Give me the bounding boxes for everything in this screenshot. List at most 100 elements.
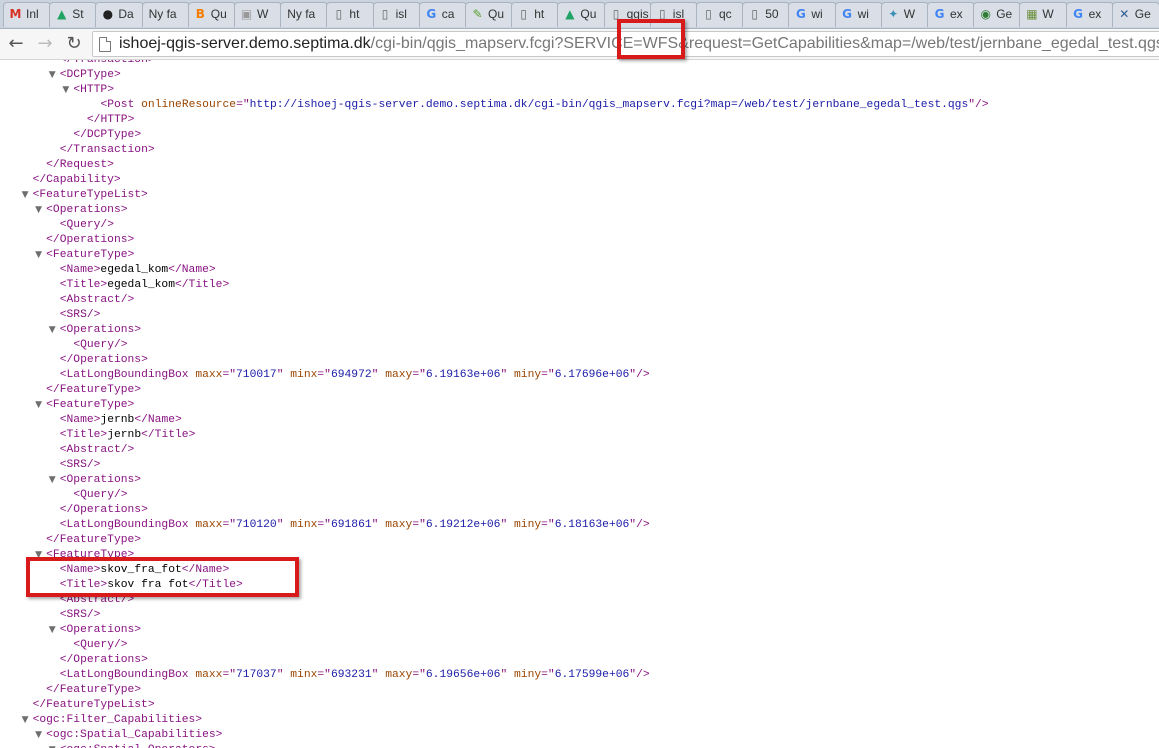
xml-line: <Query/> — [60, 218, 114, 233]
browser-tab[interactable]: Gwi — [834, 2, 883, 27]
xml-line: </FeatureType> — [46, 383, 141, 398]
xml-line: <SRS/> — [60, 458, 101, 473]
browser-tab[interactable]: ▲ Qu — [557, 2, 606, 27]
xml-attribute-value: 6.19163e+06 — [425, 369, 501, 381]
xml-line: <Query/> — [73, 638, 127, 653]
xml-attribute-name: maxx — [195, 519, 223, 531]
browser-tab[interactable]: ● Da — [95, 2, 144, 27]
browser-tab[interactable]: Ny fa — [280, 2, 329, 27]
xml-attribute-name: maxy — [385, 669, 413, 681]
xml-line: </Capability> — [33, 173, 121, 188]
xml-line: <LatLongBoundingBox maxx="710120" minx="… — [60, 518, 650, 533]
xml-tag: <ogc:Filter_Capabilities> — [32, 714, 203, 726]
google-drive-icon: ▲ — [57, 7, 67, 21]
browser-tab[interactable]: ▯ isl — [372, 2, 421, 27]
xml-tag: </FeatureType> — [46, 534, 142, 546]
xml-tag: </Capability> — [32, 174, 121, 186]
xml-line: </FeatureTypeList> — [33, 698, 155, 713]
browser-tab[interactable]: Gex — [1065, 2, 1114, 27]
xml-line: <Title>jernb</Title> — [60, 428, 196, 443]
xml-attribute-name: minx — [290, 669, 318, 681]
xml-attribute-name: onlineResource — [141, 99, 237, 111]
tab-label: St — [72, 7, 84, 21]
browser-tab[interactable]: ▲ St — [49, 2, 98, 27]
browser-tab[interactable]: ▯ ht — [326, 2, 375, 27]
browser-tab[interactable]: M Inl — [3, 2, 52, 27]
xml-tag: </FeatureTypeList> — [32, 699, 155, 711]
browser-tab[interactable]: ✦ W — [880, 2, 929, 27]
xml-tag: =" — [236, 99, 250, 111]
collapse-triangle-icon[interactable]: ▼ — [49, 473, 59, 488]
google-drive-icon: ▲ — [565, 7, 575, 21]
xml-tag: </Operations> — [59, 354, 148, 366]
browser-tab[interactable]: Gca — [418, 2, 467, 27]
tab-label: ex — [1088, 7, 1102, 21]
browser-tab[interactable]: Gex — [927, 2, 976, 27]
tab-label: Qu — [210, 7, 227, 21]
tab-label: W — [257, 7, 269, 21]
xml-tag: <ogc:Spatial_Operators> — [60, 744, 216, 748]
page-icon: ▯ — [520, 7, 527, 21]
xml-line: </Operations> — [60, 503, 148, 518]
xml-line: ▼ <ogc:Spatial_Capabilities> — [35, 728, 222, 743]
xml-line: </Operations> — [46, 233, 134, 248]
collapse-triangle-icon[interactable]: ▼ — [49, 323, 59, 338]
collapse-triangle-icon[interactable]: ▼ — [22, 188, 32, 203]
tab-label: W — [903, 7, 916, 21]
xml-tag: </FeatureType> — [46, 684, 142, 696]
xml-tag: <SRS/> — [59, 309, 101, 321]
tab-label: wi — [857, 7, 869, 21]
forward-arrow-icon[interactable]: → — [34, 33, 56, 55]
google-icon: G — [795, 7, 806, 21]
collapse-triangle-icon[interactable]: ▼ — [62, 83, 72, 98]
xml-attribute-value: 717037 — [236, 669, 277, 681]
browser-tab[interactable]: Gwi — [788, 2, 837, 27]
collapse-triangle-icon[interactable]: ▼ — [49, 743, 59, 748]
skov-feature-highlight-box — [26, 557, 299, 597]
xml-tag: </Title> — [141, 429, 196, 441]
xml-text: jernb — [100, 414, 135, 426]
xml-line: <LatLongBoundingBox maxx="717037" minx="… — [60, 668, 650, 683]
xml-line: ▼<ogc:Spatial_Operators> — [49, 743, 216, 748]
browser-tab[interactable]: ▣ W — [234, 2, 283, 27]
xml-attribute-name: maxy — [385, 519, 413, 531]
browser-tab[interactable]: B Qu — [187, 2, 236, 27]
xml-tag: " — [276, 519, 291, 531]
collapse-triangle-icon[interactable]: ▼ — [49, 623, 59, 638]
back-arrow-icon[interactable]: ← — [5, 33, 27, 55]
browser-tab[interactable]: ▦ W — [1019, 2, 1068, 27]
page-icon — [99, 37, 111, 52]
browser-tab[interactable]: ▯ ht — [511, 2, 560, 27]
browser-tab[interactable]: ✎ Qu — [465, 2, 514, 27]
xml-attribute-value: 694972 — [330, 369, 372, 381]
xml-tag: =" — [541, 669, 555, 681]
xml-tag: =" — [412, 369, 426, 381]
collapse-triangle-icon[interactable]: ▼ — [35, 203, 45, 218]
xml-tag: <SRS/> — [59, 459, 101, 471]
collapse-triangle-icon[interactable]: ▼ — [35, 248, 45, 263]
xml-tag: <Post — [100, 99, 142, 111]
xml-tag: <Query/> — [73, 489, 128, 501]
collapse-triangle-icon[interactable]: ▼ — [35, 728, 45, 743]
collapse-triangle-icon[interactable]: ▼ — [22, 713, 32, 728]
xml-attribute-name: miny — [514, 369, 542, 381]
xml-tag: <Query/> — [73, 339, 128, 351]
xml-tag: <HTTP> — [73, 84, 114, 96]
xml-tag: =" — [541, 519, 555, 531]
browser-tab[interactable]: ✕ Ge — [1111, 2, 1159, 27]
collapse-triangle-icon[interactable]: ▼ — [49, 68, 59, 83]
browser-tab[interactable]: ▯ qc — [696, 2, 745, 27]
xml-attribute-value: 6.17696e+06 — [554, 369, 630, 381]
xml-attribute-name: maxx — [195, 669, 223, 681]
xml-tag: <Operations> — [59, 474, 142, 486]
tab-label: Ge — [1134, 7, 1151, 21]
collapse-triangle-icon[interactable]: ▼ — [35, 398, 45, 413]
tools-icon: ✕ — [1119, 7, 1130, 21]
browser-tab[interactable]: Ny fa — [141, 2, 190, 27]
browser-tab[interactable]: ◉ Ge — [973, 2, 1022, 27]
reload-icon[interactable]: ↻ — [63, 33, 85, 55]
browser-tab[interactable]: ▯ 50 — [742, 2, 791, 27]
xml-line: ▼ <Operations> — [49, 473, 142, 488]
wfs-highlight-box — [617, 19, 685, 59]
xml-tag: <FeatureTypeList> — [32, 189, 148, 201]
